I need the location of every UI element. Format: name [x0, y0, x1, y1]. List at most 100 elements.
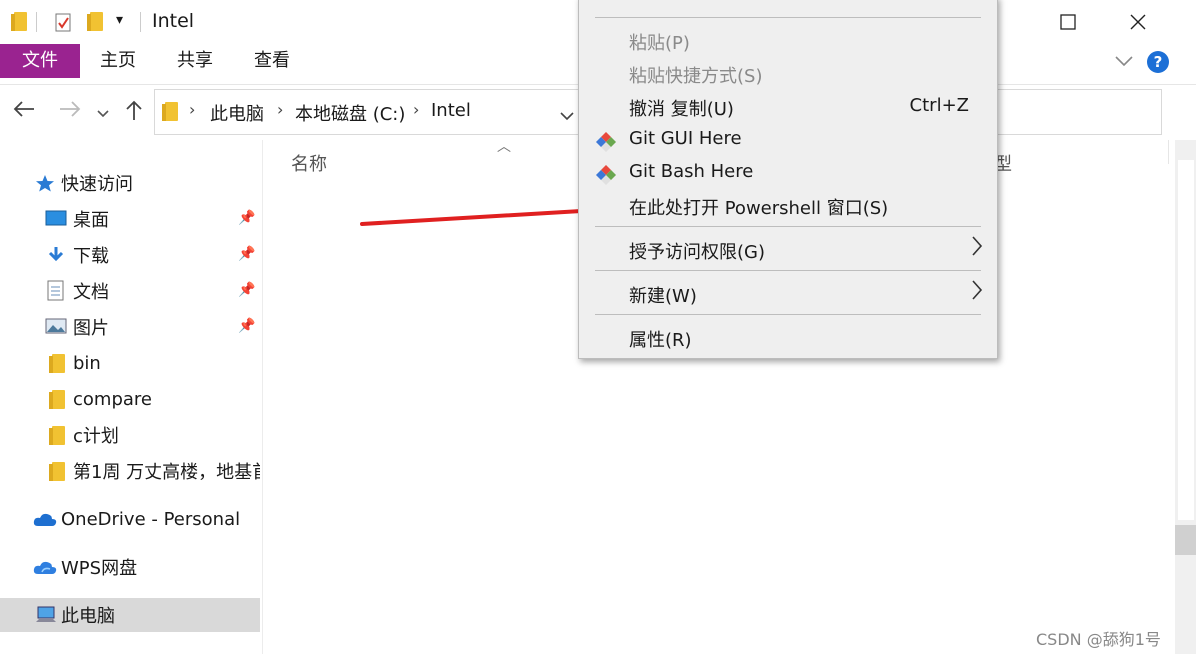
sidebar-item-this-pc[interactable]: 此电脑: [0, 598, 260, 632]
breadcrumb-this-pc[interactable]: 此电脑: [210, 100, 264, 126]
download-icon: [47, 246, 67, 264]
properties-icon[interactable]: [54, 11, 74, 38]
menu-item-git-gui[interactable]: Git GUI Here: [579, 123, 997, 155]
tab-home[interactable]: 主页: [100, 44, 136, 78]
sidebar-item-label: OneDrive - Personal: [61, 508, 241, 530]
document-icon: [47, 280, 67, 301]
context-menu: 粘贴(P) 粘贴快捷方式(S) 撤消 复制(U) Ctrl+Z Git GUI …: [578, 0, 998, 359]
folder-icon: [162, 102, 178, 126]
column-header-name[interactable]: 名称: [291, 150, 327, 176]
chevron-right-icon: [971, 235, 983, 263]
menu-item-label: Git GUI Here: [629, 128, 742, 149]
folder-icon: [49, 426, 72, 445]
sort-up-icon: ︿: [497, 139, 511, 155]
menu-item-label: 新建(W): [629, 286, 697, 307]
chevron-right-icon: [971, 279, 983, 307]
sidebar-item-label: 图片: [73, 318, 109, 339]
sidebar-item-onedrive[interactable]: OneDrive - Personal: [0, 502, 260, 536]
menu-item-open-powershell[interactable]: 在此处打开 Powershell 窗口(S): [579, 189, 997, 221]
star-icon: [35, 174, 55, 192]
window-title: Intel: [152, 10, 195, 32]
divider: [140, 12, 141, 32]
divider: [36, 12, 37, 32]
pin-icon[interactable]: 📌: [238, 246, 255, 262]
scroll-thumb[interactable]: [1175, 525, 1196, 555]
sidebar-item-label: 此电脑: [61, 606, 115, 627]
menu-item-grant-access[interactable]: 授予访问权限(G): [579, 233, 997, 265]
chevron-right-icon[interactable]: ›: [413, 100, 419, 119]
sidebar-item-week1[interactable]: 第1周 万丈高楼，地基首: [0, 454, 260, 488]
sidebar-item-pictures[interactable]: 图片 📌: [0, 310, 260, 344]
sidebar-item-label: 下载: [73, 246, 109, 267]
breadcrumb-intel[interactable]: Intel: [431, 100, 471, 121]
chevron-right-icon[interactable]: ›: [277, 100, 283, 119]
menu-item-label: Git Bash Here: [629, 161, 754, 182]
picture-icon: [45, 318, 67, 336]
folder-icon: [49, 390, 72, 409]
scroll-track[interactable]: [1178, 160, 1194, 520]
git-bash-icon: [595, 164, 616, 185]
sidebar-item-downloads[interactable]: 下载 📌: [0, 238, 260, 272]
tab-share[interactable]: 共享: [177, 44, 213, 78]
folder-icon: [49, 462, 72, 481]
menu-separator: [595, 270, 981, 271]
git-gui-icon: [595, 131, 616, 152]
tab-view[interactable]: 查看: [254, 44, 290, 78]
menu-item-label: 在此处打开 Powershell 窗口(S): [629, 198, 889, 219]
menu-separator: [595, 226, 981, 227]
vertical-scrollbar[interactable]: [1175, 140, 1196, 654]
menu-item-label: 粘贴(P): [629, 33, 690, 54]
menu-item-paste-shortcut[interactable]: 粘贴快捷方式(S): [579, 57, 997, 89]
menu-item-new[interactable]: 新建(W): [579, 277, 997, 309]
sidebar-item-label: 第1周 万丈高楼，地基首: [73, 462, 260, 483]
navigation-pane: 快速访问 桌面 📌 下载 📌 文档 📌 图片 📌 bin compare c计划…: [0, 140, 263, 654]
sidebar-item-label: WPS网盘: [61, 558, 138, 579]
ribbon-collapse-icon[interactable]: [1114, 52, 1134, 73]
sidebar-item-wps-drive[interactable]: WPS网盘: [0, 550, 260, 584]
sidebar-item-label: c计划: [73, 426, 119, 447]
sidebar-item-label: bin: [73, 352, 101, 374]
close-button[interactable]: [1118, 6, 1158, 38]
maximize-button[interactable]: [1048, 6, 1088, 38]
sidebar-item-label: 快速访问: [61, 174, 133, 195]
back-button[interactable]: [12, 99, 36, 125]
folder-icon: [49, 354, 72, 373]
sidebar-item-desktop[interactable]: 桌面 📌: [0, 202, 260, 236]
tab-file[interactable]: 文件: [0, 44, 80, 78]
menu-item-label: 粘贴快捷方式(S): [629, 66, 763, 87]
sidebar-item-c-plan[interactable]: c计划: [0, 418, 260, 452]
menu-item-properties[interactable]: 属性(R): [579, 321, 997, 353]
sidebar-item-quick-access[interactable]: 快速访问: [0, 166, 260, 200]
menu-item-git-bash[interactable]: Git Bash Here: [579, 156, 997, 188]
breadcrumb-local-disk[interactable]: 本地磁盘 (C:): [295, 100, 405, 126]
column-divider[interactable]: [1168, 140, 1169, 164]
sidebar-item-compare[interactable]: compare: [0, 382, 260, 416]
cloud-icon: [32, 510, 57, 528]
new-folder-icon[interactable]: [87, 12, 103, 36]
desktop-icon: [45, 210, 67, 228]
menu-item-paste[interactable]: 粘贴(P): [579, 24, 997, 56]
help-icon[interactable]: ?: [1147, 51, 1169, 73]
menu-separator: [595, 314, 981, 315]
folder-icon: [11, 12, 27, 36]
recent-locations-button[interactable]: [96, 101, 110, 126]
up-button[interactable]: [124, 99, 144, 127]
chevron-right-icon[interactable]: ›: [189, 100, 195, 119]
pin-icon[interactable]: 📌: [238, 318, 255, 334]
sidebar-item-label: compare: [73, 388, 152, 410]
pin-icon[interactable]: 📌: [238, 282, 255, 298]
menu-item-undo-copy[interactable]: 撤消 复制(U) Ctrl+Z: [579, 90, 997, 122]
menu-shortcut: Ctrl+Z: [909, 95, 969, 116]
watermark: CSDN @舔狗1号: [1036, 630, 1161, 649]
menu-item-label: 授予访问权限(G): [629, 242, 765, 263]
sidebar-item-label: 桌面: [73, 210, 109, 231]
menu-item-label: 撤消 复制(U): [629, 99, 734, 120]
address-dropdown-icon[interactable]: [559, 106, 575, 127]
computer-icon: [35, 606, 56, 624]
forward-button[interactable]: [58, 99, 82, 125]
sidebar-item-label: 文档: [73, 282, 109, 303]
pin-icon[interactable]: 📌: [238, 210, 255, 226]
sidebar-item-bin[interactable]: bin: [0, 346, 260, 380]
customize-toolbar-icon[interactable]: ▾: [116, 12, 123, 28]
sidebar-item-documents[interactable]: 文档 📌: [0, 274, 260, 308]
